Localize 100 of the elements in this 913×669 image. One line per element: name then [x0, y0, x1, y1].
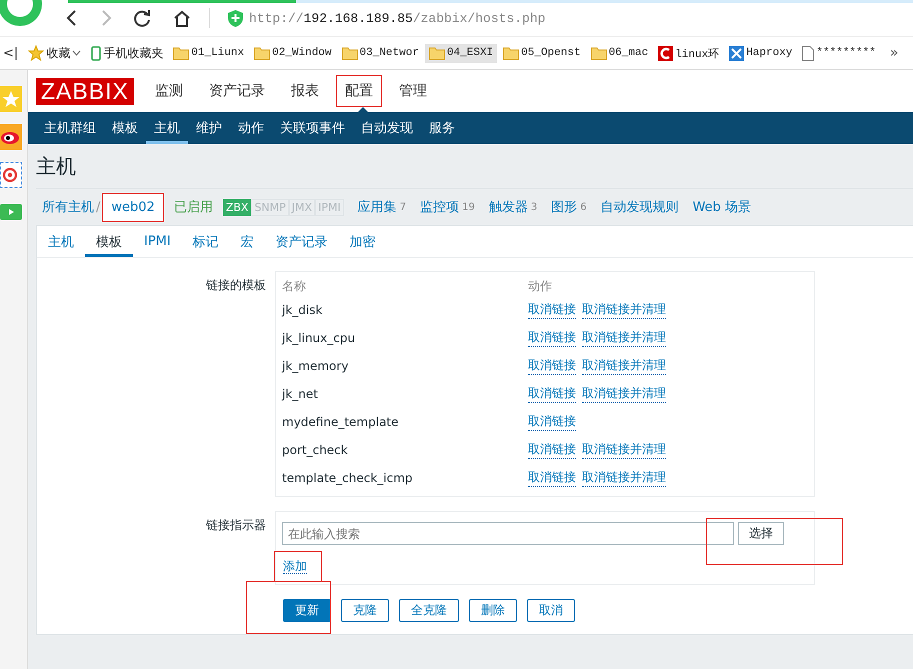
sub-menu-item[interactable]: 自动发现: [353, 112, 421, 144]
unlink-link[interactable]: 取消链接并清理: [582, 469, 666, 487]
column-header: 动作: [528, 278, 552, 294]
unlink-link[interactable]: 取消链接: [528, 357, 576, 375]
all-hosts-link[interactable]: 所有主机: [42, 198, 94, 216]
host-section-link[interactable]: 图形: [551, 198, 578, 216]
form-button[interactable]: 全克隆: [399, 599, 459, 622]
column-header: 名称: [282, 278, 307, 294]
sub-menu-item[interactable]: 模板: [104, 112, 146, 144]
bookmark-item[interactable]: 04_ESXI: [424, 44, 498, 62]
main-menu-item[interactable]: 配置: [336, 75, 382, 107]
template-name: jk_net: [282, 387, 319, 401]
form-button[interactable]: 删除: [469, 599, 517, 622]
count-text: 3: [530, 202, 538, 212]
count-text: 7: [400, 202, 406, 212]
sub-menu-item[interactable]: 维护: [188, 112, 230, 144]
template-name: template_check_icmp: [282, 471, 414, 485]
form-button[interactable]: 克隆: [341, 599, 389, 622]
bookmark-item[interactable]: *********: [798, 42, 880, 64]
unlink-link[interactable]: 取消链接: [528, 469, 576, 487]
breadcrumb-separator: /: [96, 200, 100, 214]
folder-icon: [173, 46, 190, 60]
template-name: mydefine_template: [282, 415, 400, 429]
star-icon: [28, 45, 44, 61]
unlink-link[interactable]: 取消链接并清理: [582, 357, 666, 375]
host-section-link[interactable]: Web 场景: [692, 198, 752, 216]
tab[interactable]: IPMI: [133, 226, 182, 257]
url-text[interactable]: http://192.168.189.85/zabbix/hosts.php: [249, 10, 546, 26]
shield-icon: [228, 10, 243, 26]
bookmark-item[interactable]: 03_Networ: [338, 44, 423, 62]
bookmark-item[interactable]: 收藏: [24, 42, 86, 64]
bookmark-item[interactable]: 手机收藏夹: [87, 42, 168, 64]
unlink-link[interactable]: 取消链接: [528, 329, 576, 347]
tab[interactable]: 模板: [85, 226, 133, 257]
sub-menu-item[interactable]: 关联项事件: [272, 112, 353, 144]
unlink-link[interactable]: 取消链接: [528, 413, 576, 431]
search-field[interactable]: 在此输入搜索: [282, 522, 734, 545]
tab[interactable]: 主机: [37, 226, 85, 257]
folder-icon: [503, 46, 520, 60]
template-name: jk_disk: [282, 303, 324, 317]
unlink-link[interactable]: 取消链接并清理: [582, 385, 666, 403]
template-name: jk_memory: [282, 359, 350, 373]
field-label: 链接的模板: [205, 277, 267, 294]
host-section-link[interactable]: 应用集: [358, 198, 397, 216]
main-menu-item[interactable]: 报表: [282, 75, 328, 107]
form-button[interactable]: 更新: [283, 599, 331, 622]
bookmark-item[interactable]: 05_Openst: [499, 44, 585, 62]
site-icon: [729, 46, 744, 60]
document-icon: [802, 46, 814, 60]
host-section-link[interactable]: 自动发现规则: [600, 198, 679, 216]
reload-icon[interactable]: [134, 10, 151, 26]
template-name: jk_linux_cpu: [282, 331, 356, 345]
form-button[interactable]: 取消: [527, 599, 575, 622]
sub-menu-item[interactable]: 服务: [421, 112, 463, 144]
bookmark-item[interactable]: 06_mac: [586, 44, 652, 62]
count-text: 6: [580, 202, 587, 212]
host-section-link[interactable]: 监控项: [420, 198, 460, 216]
main-menu-item[interactable]: 管理: [390, 75, 436, 107]
select-button[interactable]: 选择: [738, 522, 784, 545]
bookmark-item[interactable]: 02_Window: [250, 44, 336, 62]
bookmark-item[interactable]: 01_Liunx: [169, 44, 248, 62]
folder-icon: [254, 46, 270, 60]
sub-menu-item[interactable]: 动作: [230, 112, 272, 144]
weibo-eye-icon[interactable]: [0, 124, 22, 150]
host-section-link[interactable]: 触发器: [488, 198, 528, 216]
unlink-link[interactable]: 取消链接并清理: [582, 301, 666, 319]
caret-icon: [72, 50, 82, 56]
sub-menu-item[interactable]: 主机群组: [36, 112, 104, 144]
tab[interactable]: 资产记录: [264, 226, 339, 257]
main-menu-item[interactable]: 监测: [146, 75, 192, 107]
availability-badge: ZBX: [222, 198, 252, 216]
folder-icon: [342, 46, 358, 60]
count-text: 19: [462, 202, 475, 212]
site-icon: [658, 46, 674, 60]
unlink-link[interactable]: 取消链接: [528, 441, 576, 459]
more-bookmarks-button[interactable]: »: [890, 45, 898, 61]
page-title: 主机: [36, 144, 913, 189]
availability-badge: SNMP: [251, 198, 289, 216]
folder-icon: [590, 46, 607, 60]
unlink-link[interactable]: 取消链接: [528, 301, 576, 319]
bookmark-item[interactable]: linux环: [654, 42, 724, 64]
tab[interactable]: 加密: [338, 226, 387, 257]
tab[interactable]: 标记: [182, 226, 230, 257]
host-name: web02: [102, 192, 164, 222]
template-name: port_check: [282, 443, 349, 457]
sidebar-toggle[interactable]: <|: [0, 46, 24, 60]
unlink-link[interactable]: 取消链接并清理: [582, 329, 666, 347]
sub-menu-item[interactable]: 主机: [146, 112, 188, 144]
bookmark-item[interactable]: Haproxy: [725, 42, 796, 64]
availability-badge: IPMI: [315, 198, 344, 216]
status-text[interactable]: 已启用: [174, 198, 213, 216]
home-icon[interactable]: [173, 10, 191, 26]
availability-badge: JMX: [288, 198, 316, 216]
main-menu-item[interactable]: 资产记录: [200, 75, 274, 107]
unlink-link[interactable]: 取消链接: [528, 385, 576, 403]
tab[interactable]: 宏: [230, 226, 265, 257]
zabbix-logo[interactable]: ZABBIX: [36, 78, 134, 104]
back-icon[interactable]: [66, 10, 78, 26]
field-label: 链接指示器: [205, 517, 267, 534]
unlink-link[interactable]: 取消链接并清理: [582, 441, 666, 459]
